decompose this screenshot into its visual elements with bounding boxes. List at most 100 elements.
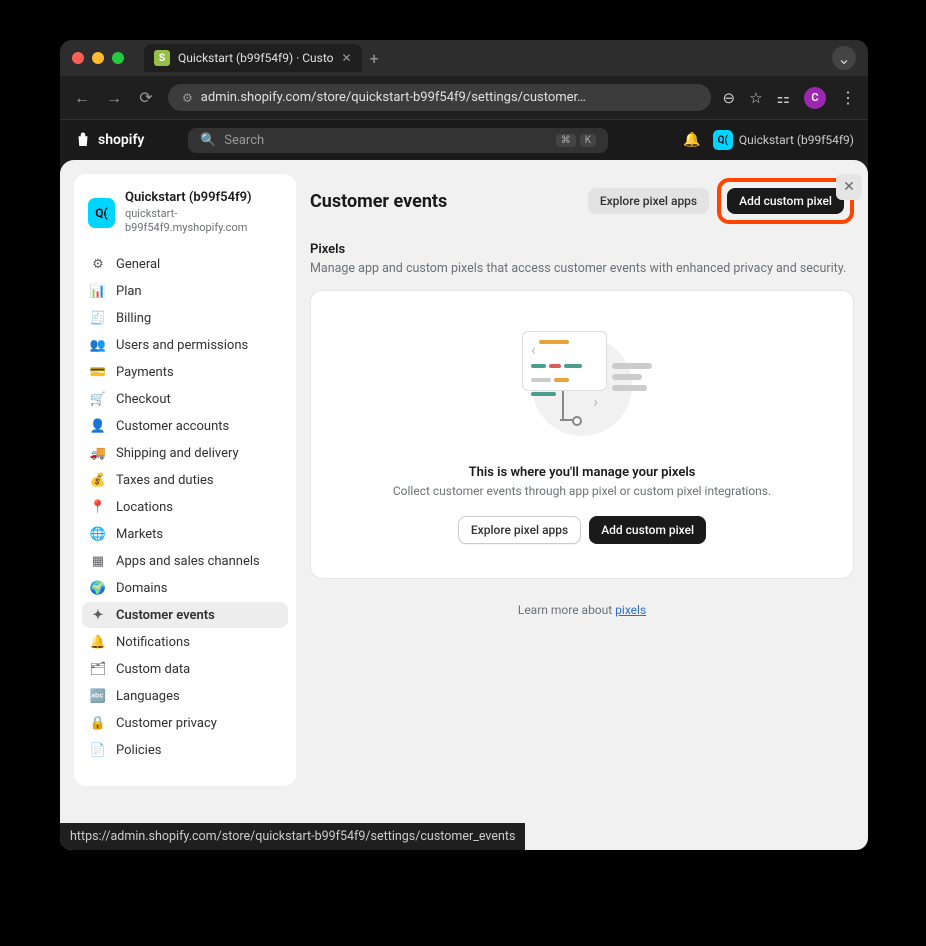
- sidebar-item-users-and-permissions[interactable]: 👥 Users and permissions: [82, 332, 288, 358]
- content-area: ✕ Q( Quickstart (b99f54f9) quickstart-b9…: [60, 160, 868, 850]
- address-bar[interactable]: ⚙ admin.shopify.com/store/quickstart-b99…: [168, 84, 711, 111]
- sidebar-item-payments[interactable]: 💳Payments: [82, 359, 288, 385]
- close-settings-button[interactable]: ✕: [836, 174, 862, 200]
- pixels-illustration: ‹ ›: [512, 331, 652, 441]
- profile-avatar[interactable]: C: [804, 87, 826, 109]
- search-shortcut: ⌘ K: [556, 134, 596, 147]
- shipping-and-delivery-icon: 🚚: [90, 445, 106, 461]
- shopify-bag-icon: [74, 131, 92, 149]
- empty-explore-button[interactable]: Explore pixel apps: [458, 516, 581, 544]
- empty-title: This is where you'll manage your pixels: [341, 465, 823, 480]
- sidebar-item-label: Locations: [116, 500, 173, 515]
- sidebar-item-customer-privacy[interactable]: 🔒 Customer privacy: [82, 710, 288, 736]
- close-tab-icon[interactable]: ✕: [342, 51, 352, 65]
- traffic-lights: [72, 52, 124, 64]
- sidebar-item-label: Plan: [116, 284, 142, 299]
- sidebar-item-apps-and-sales-channels[interactable]: ▦Apps and sales channels: [82, 548, 288, 574]
- reload-button[interactable]: ⟳: [136, 88, 156, 107]
- url-toolbar: ← → ⟳ ⚙ admin.shopify.com/store/quicksta…: [60, 76, 868, 120]
- sidebar-item-label: Taxes and duties: [116, 473, 214, 488]
- page-header: Customer events Explore pixel apps Add c…: [310, 178, 854, 224]
- sidebar-item-label: Policies: [116, 743, 161, 758]
- sidebar-item-label: Checkout: [116, 392, 171, 407]
- close-window-button[interactable]: [72, 52, 84, 64]
- page-title: Customer events: [310, 191, 447, 212]
- sidebar-item-checkout[interactable]: 🛒 Checkout: [82, 386, 288, 412]
- custom-data-icon: 🗂: [90, 661, 106, 677]
- sidebar-item-domains[interactable]: 🌍Domains: [82, 575, 288, 601]
- shopify-header: shopify 🔍 Search ⌘ K 🔔 Q( Quickstart (b9…: [60, 120, 868, 160]
- add-custom-pixel-button[interactable]: Add custom pixel: [727, 188, 844, 214]
- plan-icon: 📊: [90, 283, 106, 299]
- checkout-icon: 🛒: [90, 391, 106, 407]
- zoom-icon[interactable]: ⊖: [723, 89, 736, 107]
- search-input[interactable]: 🔍 Search ⌘ K: [188, 128, 608, 153]
- bookmark-icon[interactable]: ☆: [749, 89, 762, 107]
- users-and-permissions-icon: 👥: [90, 337, 106, 353]
- titlebar: S Quickstart (b99f54f9) · Custo ✕ + ⌄: [60, 40, 868, 76]
- tab-overflow-button[interactable]: ⌄: [832, 46, 856, 70]
- site-settings-icon[interactable]: ⚙: [182, 91, 193, 105]
- minimize-window-button[interactable]: [92, 52, 104, 64]
- locations-icon: 📍: [90, 499, 106, 515]
- store-header[interactable]: Q( Quickstart (b99f54f9) quickstart-b99f…: [74, 186, 296, 245]
- policies-icon: 📄: [90, 742, 106, 758]
- settings-sidebar: Q( Quickstart (b99f54f9) quickstart-b99f…: [74, 174, 296, 786]
- customer-privacy-icon: 🔒: [90, 715, 106, 731]
- maximize-window-button[interactable]: [112, 52, 124, 64]
- domains-icon: 🌍: [90, 580, 106, 596]
- sidebar-item-billing[interactable]: 🧾Billing: [82, 305, 288, 331]
- menu-icon[interactable]: ⋮: [840, 88, 856, 107]
- sidebar-item-taxes-and-duties[interactable]: 💰Taxes and duties: [82, 467, 288, 493]
- store-switcher[interactable]: Q( Quickstart (b99f54f9): [713, 130, 854, 150]
- sidebar-item-customer-accounts[interactable]: 👤Customer accounts: [82, 413, 288, 439]
- empty-state-card: ‹ › This is where you'll manage your pix…: [310, 290, 854, 579]
- sidebar-item-locations[interactable]: 📍 Locations: [82, 494, 288, 520]
- sidebar-item-label: Billing: [116, 311, 151, 326]
- shopify-favicon-icon: S: [154, 50, 170, 66]
- back-button[interactable]: ←: [72, 88, 92, 108]
- store-badge-icon: Q(: [713, 130, 733, 150]
- notifications-icon: 🔔: [90, 634, 106, 650]
- pixels-section-desc: Manage app and custom pixels that access…: [310, 261, 854, 276]
- sidebar-item-markets[interactable]: 🌐 Markets: [82, 521, 288, 547]
- sidebar-item-general[interactable]: ⚙General: [82, 251, 288, 277]
- store-icon: Q(: [88, 198, 115, 228]
- tab-title: Quickstart (b99f54f9) · Custo: [178, 51, 334, 65]
- extensions-icon[interactable]: ⚏: [777, 89, 790, 107]
- new-tab-button[interactable]: +: [370, 49, 379, 68]
- browser-tab[interactable]: S Quickstart (b99f54f9) · Custo ✕: [144, 44, 362, 72]
- empty-add-button[interactable]: Add custom pixel: [589, 516, 706, 544]
- shopify-logo[interactable]: shopify: [74, 131, 144, 149]
- notifications-icon[interactable]: 🔔: [683, 132, 700, 148]
- sidebar-item-label: Shipping and delivery: [116, 446, 239, 461]
- sidebar-item-customer-events[interactable]: ✦Customer events: [82, 602, 288, 628]
- url-actions: ⊖ ☆ ⚏ C ⋮: [723, 87, 856, 109]
- settings-nav: ⚙General 📊 Plan 🧾Billing 👥 Users and permissi…: [74, 245, 296, 770]
- store-label: Quickstart (b99f54f9): [739, 133, 854, 147]
- sidebar-item-notifications[interactable]: 🔔Notifications: [82, 629, 288, 655]
- sidebar-item-plan[interactable]: 📊 Plan: [82, 278, 288, 304]
- sidebar-item-label: Users and permissions: [116, 338, 248, 353]
- main-panel: Customer events Explore pixel apps Add c…: [310, 174, 854, 836]
- explore-pixel-apps-button[interactable]: Explore pixel apps: [588, 188, 709, 214]
- forward-button[interactable]: →: [104, 88, 124, 108]
- search-icon: 🔍: [200, 133, 216, 148]
- markets-icon: 🌐: [90, 526, 106, 542]
- store-name: Quickstart (b99f54f9): [125, 190, 282, 207]
- sidebar-item-label: Customer privacy: [116, 716, 217, 731]
- sidebar-item-custom-data[interactable]: 🗂Custom data: [82, 656, 288, 682]
- general-icon: ⚙: [90, 256, 106, 272]
- sidebar-item-languages[interactable]: 🔤 Languages: [82, 683, 288, 709]
- pixels-doc-link[interactable]: pixels: [615, 603, 646, 617]
- pixels-section-title: Pixels: [310, 242, 854, 257]
- sidebar-item-shipping-and-delivery[interactable]: 🚚 Shipping and delivery: [82, 440, 288, 466]
- customer-events-icon: ✦: [90, 607, 106, 623]
- sidebar-item-label: Markets: [116, 527, 163, 542]
- languages-icon: 🔤: [90, 688, 106, 704]
- customer-accounts-icon: 👤: [90, 418, 106, 434]
- sidebar-item-policies[interactable]: 📄 Policies: [82, 737, 288, 763]
- learn-more: Learn more about pixels: [310, 603, 854, 617]
- sidebar-item-label: Languages: [116, 689, 180, 704]
- apps-and-sales-channels-icon: ▦: [90, 553, 106, 569]
